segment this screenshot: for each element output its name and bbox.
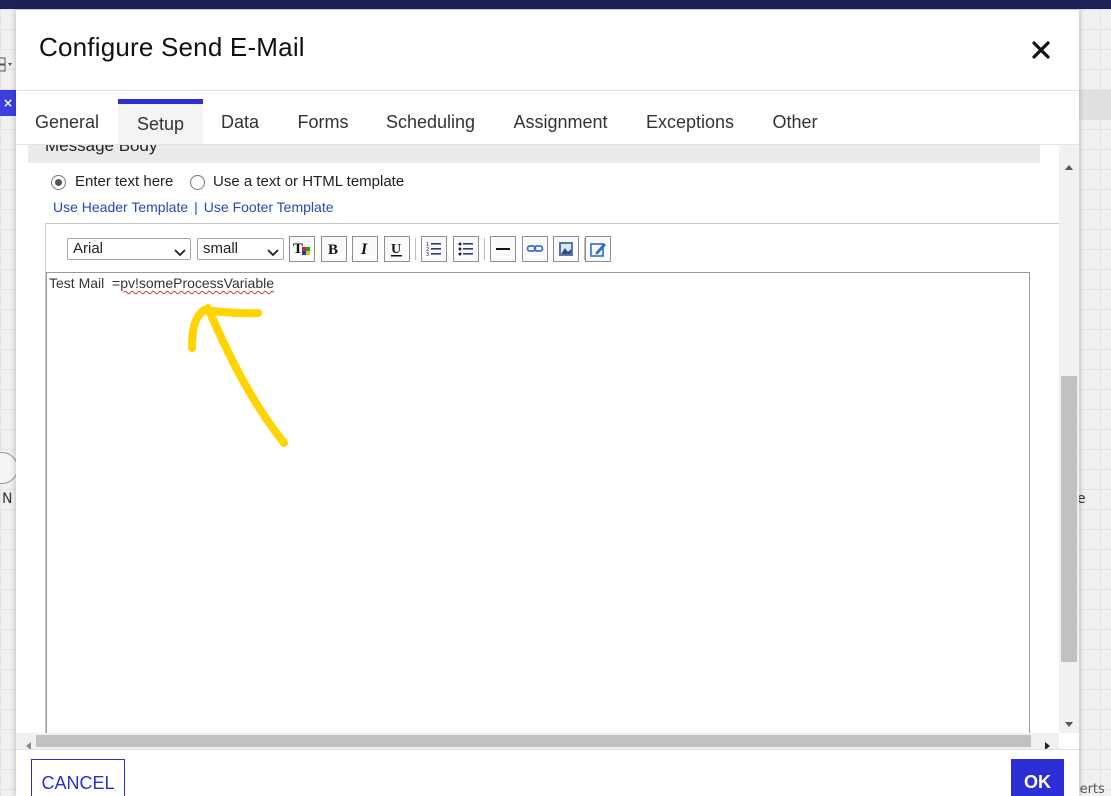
svg-text:U: U — [391, 242, 401, 257]
setup-content: Message Body Enter text here Use a text … — [16, 145, 1079, 733]
use-header-template-link[interactable]: Use Header Template — [53, 199, 188, 215]
svg-text:B: B — [328, 242, 338, 258]
font-family-value: Arial — [73, 240, 104, 257]
canvas-close-tab[interactable]: × — [0, 90, 16, 116]
edit-source-icon[interactable] — [585, 236, 611, 262]
message-body-header: Message Body — [28, 145, 1040, 163]
radio-enter-text-label[interactable]: Enter text here — [75, 173, 173, 190]
chevron-down-icon — [267, 244, 279, 264]
vertical-scroll-thumb[interactable] — [1061, 376, 1077, 662]
canvas-header-band — [1079, 90, 1111, 120]
tab-scheduling[interactable]: Scheduling — [369, 99, 492, 145]
scroll-up-icon[interactable] — [1063, 159, 1075, 171]
tab-exceptions[interactable]: Exceptions — [629, 99, 751, 145]
close-icon[interactable] — [1029, 38, 1053, 62]
template-links: Use Header Template | Use Footer Template — [53, 199, 334, 215]
scroll-down-icon[interactable] — [1063, 715, 1075, 727]
footer-divider — [16, 749, 1079, 750]
editor-content[interactable]: Test Mail =pv!someProcessVariable — [49, 275, 274, 291]
editor-text-prefix: Test Mail = — [49, 275, 121, 291]
horizontal-rule-icon[interactable] — [490, 236, 516, 262]
scroll-right-icon[interactable] — [1042, 736, 1052, 750]
section-title: Message Body — [45, 145, 158, 155]
radio-use-template[interactable] — [190, 175, 205, 190]
rich-text-editor: Arial small T B I U 1 2 3 Test Mail =pv!… — [45, 223, 1079, 733]
link-icon[interactable] — [522, 236, 548, 262]
process-variable-token: pv!someProcessVariable — [120, 275, 275, 291]
font-size-value: small — [203, 240, 239, 257]
vertical-scrollbar[interactable] — [1059, 145, 1079, 733]
italic-icon[interactable]: I — [352, 236, 378, 262]
tab-other[interactable]: Other — [751, 99, 839, 145]
tab-assignment[interactable]: Assignment — [492, 99, 629, 145]
tab-bar: General Setup Data Forms Scheduling Assi… — [16, 99, 1079, 145]
tab-forms[interactable]: Forms — [277, 99, 369, 145]
use-footer-template-link[interactable]: Use Footer Template — [204, 199, 334, 215]
tab-setup[interactable]: Setup — [118, 99, 203, 145]
radio-use-template-label[interactable]: Use a text or HTML template — [213, 173, 404, 190]
process-node-label: N — [2, 491, 13, 507]
radio-enter-text[interactable] — [51, 175, 66, 190]
horizontal-scroll-thumb[interactable] — [36, 735, 1031, 747]
svg-text:I: I — [360, 241, 368, 258]
link-separator: | — [194, 199, 198, 215]
chevron-down-icon — [174, 244, 186, 264]
message-body-editor[interactable]: Test Mail =pv!someProcessVariable — [46, 272, 1030, 733]
svg-text:3: 3 — [426, 252, 429, 258]
cancel-button[interactable]: CANCEL — [31, 759, 125, 796]
toolbar-separator — [484, 238, 485, 260]
horizontal-scrollbar[interactable] — [16, 733, 1059, 750]
unordered-list-icon[interactable] — [453, 236, 479, 262]
tab-data[interactable]: Data — [203, 99, 277, 145]
ok-button[interactable]: OK — [1011, 759, 1064, 796]
configure-send-email-dialog: Configure Send E-Mail General Setup Data… — [16, 10, 1079, 796]
svg-text:T: T — [293, 241, 303, 257]
tab-general[interactable]: General — [16, 99, 118, 145]
font-size-select[interactable]: small — [197, 238, 284, 260]
bold-icon[interactable]: B — [321, 236, 347, 262]
app-top-bar — [0, 0, 1111, 9]
image-icon[interactable] — [553, 236, 579, 262]
underline-icon[interactable]: U — [384, 236, 410, 262]
dialog-title: Configure Send E-Mail — [39, 32, 305, 62]
scroll-left-icon[interactable] — [24, 736, 34, 750]
text-color-icon[interactable]: T — [289, 236, 315, 262]
title-divider — [16, 90, 1079, 91]
font-family-select[interactable]: Arial — [67, 238, 191, 260]
ordered-list-icon[interactable]: 123 — [421, 236, 447, 262]
toolbar-separator — [415, 238, 416, 260]
